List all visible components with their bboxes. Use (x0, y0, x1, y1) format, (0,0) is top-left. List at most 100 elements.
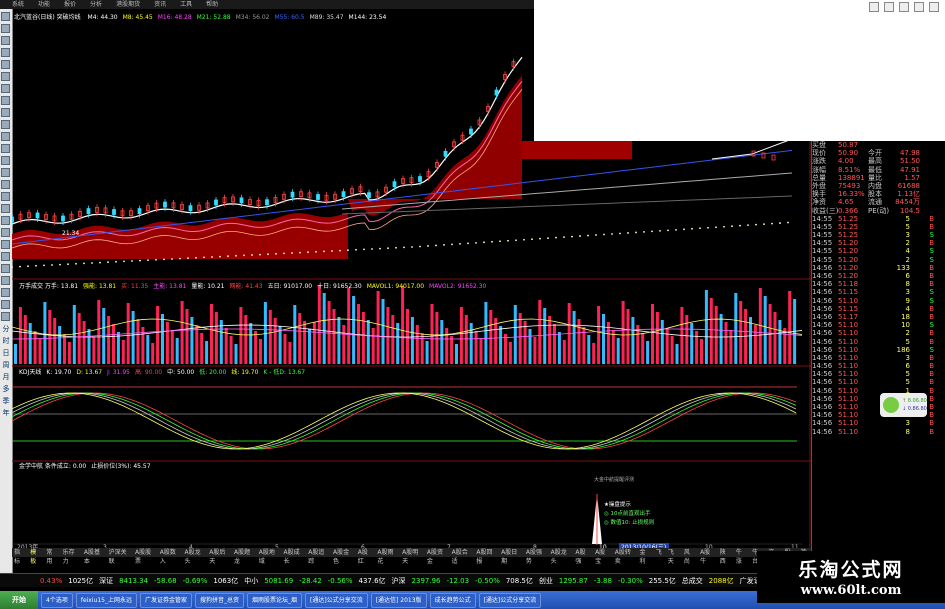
menu-item[interactable]: 工具 (180, 0, 192, 9)
taskbar-window[interactable]: 搜狗拼音_总资 (194, 592, 244, 608)
tool-icon[interactable] (1, 24, 10, 33)
period-button[interactable]: 分 (0, 324, 12, 334)
period-button[interactable]: 年 (0, 408, 12, 418)
taskbar-window[interactable]: feixiu15_上网永远 (75, 592, 137, 608)
toolbar-icon[interactable] (899, 2, 909, 12)
toolbar-icon[interactable] (884, 2, 894, 12)
indicator-tab[interactable]: 沪深关联 (109, 548, 129, 565)
indicator-tab[interactable]: A股合适 (452, 548, 471, 565)
indicator-tab[interactable]: A股日期 (501, 548, 520, 565)
start-button[interactable]: 开始 (0, 591, 38, 609)
tool-icon[interactable] (1, 72, 10, 81)
menu-item[interactable]: 分析 (90, 0, 102, 9)
indicator-tab[interactable]: A股龙头 (551, 548, 570, 565)
indicator-value: 五日: 91017.00 (267, 283, 313, 290)
floating-widget[interactable]: ↑ 8.06.80 ↓ 0.86.80 (880, 393, 927, 417)
tool-icon[interactable] (1, 240, 10, 249)
menu-item[interactable]: 功能 (38, 0, 50, 9)
tool-icon[interactable] (1, 288, 10, 297)
volume-bar (347, 288, 351, 364)
period-button[interactable]: 季 (0, 396, 12, 406)
tool-icon[interactable] (1, 228, 10, 237)
tool-icon[interactable] (1, 168, 10, 177)
indicator-tab[interactable]: 指标 (14, 548, 24, 565)
tool-icon[interactable] (1, 156, 10, 165)
tick-row: 14:56 51.15 4 B (812, 305, 945, 313)
volume-bar (312, 322, 316, 364)
period-button[interactable]: 时 (0, 336, 12, 346)
indicator-tab[interactable]: A股题龙 (234, 548, 253, 565)
tool-icon[interactable] (1, 300, 10, 309)
tool-icon[interactable] (1, 264, 10, 273)
taskbar-window[interactable]: 广发证券金管家 (139, 592, 192, 608)
volume-bar (597, 306, 601, 364)
tool-icon[interactable] (1, 60, 10, 69)
indicator-tab[interactable]: A股宝 (595, 548, 609, 565)
ma-dot (603, 233, 605, 236)
tool-icon[interactable] (1, 84, 10, 93)
taskbar-window[interactable]: [通达]公式分享交流 (478, 592, 542, 608)
tool-icon[interactable] (1, 216, 10, 225)
indicator-tab[interactable]: A股强势 (526, 548, 545, 565)
indicator-tab[interactable]: A股基本 (84, 548, 103, 565)
indicator-tab[interactable]: A股股票 (135, 548, 154, 565)
indicator-tab[interactable]: 飞 (656, 548, 662, 557)
taskbar-window[interactable]: [通达]公式分享交流 (305, 592, 368, 608)
tool-icon[interactable] (1, 276, 10, 285)
tool-icon[interactable] (1, 192, 10, 201)
indicator-tab[interactable]: A股红 (358, 548, 372, 565)
menu-item[interactable]: 帮助 (206, 0, 218, 9)
indicator-tab[interactable]: 金利 (639, 548, 649, 565)
tool-icon[interactable] (1, 96, 10, 105)
period-button[interactable]: 月 (0, 372, 12, 382)
indicator-tab[interactable]: A股成长 (283, 548, 302, 565)
tool-icon[interactable] (1, 108, 10, 117)
indicator-tab[interactable]: A股牛 (700, 548, 714, 565)
menu-item[interactable]: 资讯 (154, 0, 166, 9)
indicator-tab[interactable]: 模板 (30, 548, 40, 565)
indicator-tab[interactable]: A股追踪 (308, 548, 327, 565)
indicator-tab[interactable]: A股后天 (209, 548, 228, 565)
indicator-tab[interactable]: A股转卖 (615, 548, 634, 565)
indicator-tab[interactable]: A股强 (575, 548, 589, 565)
taskbar-window[interactable]: [通达信] 2013版 (370, 592, 427, 608)
tool-icon[interactable] (1, 144, 10, 153)
period-button[interactable]: 周 (0, 360, 12, 370)
menu-item[interactable]: 港股期货 (116, 0, 140, 9)
indicator-tab[interactable]: 牛涨 (736, 548, 746, 565)
tool-icon[interactable] (1, 204, 10, 213)
indicator-tab[interactable]: A股龙头 (184, 548, 203, 565)
toolbar-icon[interactable] (869, 2, 879, 12)
tool-icon[interactable] (1, 120, 10, 129)
tick-cell: 14:56 (812, 403, 833, 411)
indicator-tab[interactable]: 飞天 (668, 548, 678, 565)
indicator-tab[interactable]: A股地域 (259, 548, 278, 565)
tool-icon[interactable] (1, 252, 10, 261)
indicator-tab[interactable]: A股回报 (476, 548, 495, 565)
close-icon[interactable] (929, 2, 939, 12)
tool-icon[interactable] (1, 312, 10, 321)
tool-icon[interactable] (1, 12, 10, 21)
indicator-tab[interactable]: 常用 (46, 548, 56, 565)
menu-item[interactable]: 系统 (12, 0, 24, 9)
indicator-tab[interactable]: 陕西 (720, 548, 730, 565)
menu-item[interactable]: 报价 (64, 0, 76, 9)
taskbar-window[interactable]: 成长趋势公式 (429, 592, 476, 608)
tool-icon[interactable] (1, 36, 10, 45)
indicator-tab[interactable]: A股资金 (427, 548, 446, 565)
period-button[interactable]: 多 (0, 384, 12, 394)
tick-row: 14:56 51.10 8 B (812, 428, 945, 436)
indicator-tab[interactable]: A股金色 (333, 548, 352, 565)
toolbar-icon[interactable] (914, 2, 924, 12)
indicator-tab[interactable]: A股雨花 (377, 548, 396, 565)
indicator-tab[interactable]: A股数入 (160, 548, 179, 565)
indicator-tab[interactable]: 乐存力 (63, 548, 78, 565)
taskbar-window[interactable]: 4个选项 (41, 592, 73, 608)
taskbar-window[interactable]: 烟雨股票论坛_烟 (247, 592, 303, 608)
period-button[interactable]: 日 (0, 348, 12, 358)
tool-icon[interactable] (1, 180, 10, 189)
tool-icon[interactable] (1, 132, 10, 141)
indicator-tab[interactable]: A股明天 (402, 548, 421, 565)
indicator-tab[interactable]: 风尚 (684, 548, 694, 565)
tool-icon[interactable] (1, 48, 10, 57)
